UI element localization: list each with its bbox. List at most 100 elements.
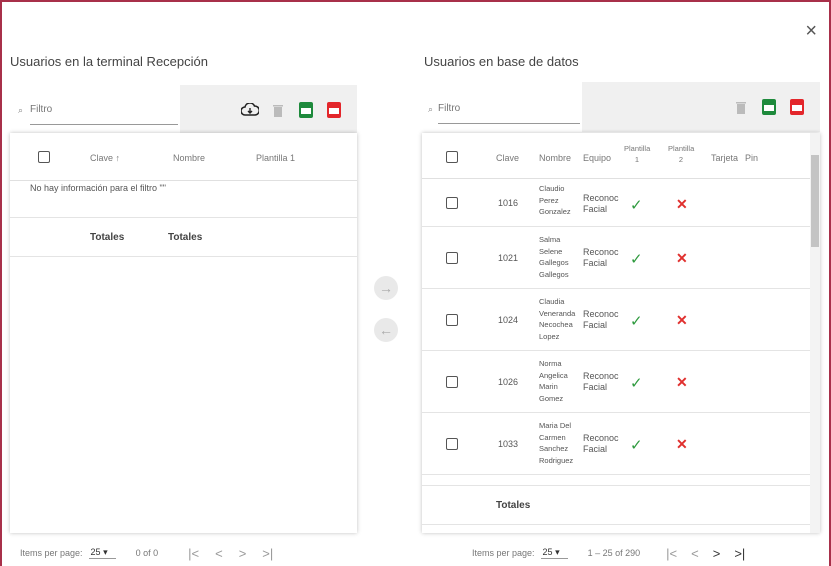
row-equipo: Reconoc Facial [583, 309, 619, 330]
table-row[interactable]: 1026 Norma Angelica Marin Gomez Reconoc Faci… [422, 351, 820, 413]
right-col-nombre[interactable]: Nombre [539, 153, 571, 163]
right-prev-page-button[interactable]: < [691, 546, 699, 561]
right-col-pin[interactable]: Pin [745, 153, 758, 163]
left-search-icon: ⌕ [18, 105, 24, 115]
right-toolbar [582, 82, 820, 132]
check-icon: ✓ [630, 375, 643, 392]
right-last-page-button[interactable]: >| [734, 546, 745, 561]
cross-icon: ✕ [676, 196, 688, 212]
cross-icon: ✕ [676, 250, 688, 266]
row-equipo: Reconoc Facial [583, 433, 619, 454]
left-items-per-page-label: Items per page: [20, 548, 83, 558]
left-empty-message: No hay información para el filtro "" [30, 183, 166, 193]
left-prev-page-button[interactable]: < [215, 546, 223, 561]
left-table-header: Clave ↑ Nombre Plantilla 1 [10, 133, 357, 181]
right-col-tarjeta[interactable]: Tarjeta [711, 153, 738, 163]
left-col-clave[interactable]: Clave ↑ [90, 153, 120, 163]
excel-export-icon[interactable] [297, 101, 315, 119]
right-search-icon: ⌕ [428, 104, 434, 114]
check-icon: ✓ [630, 251, 643, 268]
left-select-all-checkbox[interactable] [38, 151, 50, 163]
row-clave: 1024 [498, 315, 519, 325]
check-icon: ✓ [630, 437, 643, 454]
right-paginator: Items per page: 25 ▾ 1 – 25 of 290 |< < … [472, 538, 822, 566]
move-left-button[interactable]: ← [374, 318, 398, 342]
right-select-all-checkbox[interactable] [446, 151, 458, 163]
row-equipo: Reconoc Facial [583, 247, 619, 268]
delete-icon[interactable] [732, 98, 750, 116]
row-checkbox[interactable] [446, 438, 458, 450]
right-section-title: Usuarios en base de datos [424, 54, 579, 69]
right-page-size-select[interactable]: 25 ▾ [540, 547, 568, 559]
row-checkbox[interactable] [446, 252, 458, 264]
cloud-download-icon[interactable] [241, 101, 259, 119]
scrollbar-thumb[interactable] [811, 155, 819, 247]
check-icon: ✓ [630, 197, 643, 214]
right-scrollbar[interactable] [810, 133, 820, 533]
excel-export-icon[interactable] [760, 98, 778, 116]
left-totals-label-1: Totales [90, 232, 125, 243]
right-range-label: 1 – 25 of 290 [587, 548, 641, 558]
left-range-label: 0 of 0 [135, 548, 159, 558]
close-icon[interactable]: × [805, 20, 817, 43]
right-items-per-page-label: Items per page: [472, 548, 535, 558]
left-last-page-button[interactable]: >| [262, 546, 273, 561]
row-checkbox[interactable] [446, 376, 458, 388]
row-nombre: Maria Del Carmen Sanchez Rodriguez [539, 421, 574, 465]
row-clave: 1016 [498, 198, 519, 208]
row-nombre: Norma Angelica Marin Gomez [539, 359, 568, 403]
left-page-size-select[interactable]: 25 ▾ [88, 547, 116, 559]
right-col-equipo[interactable]: Equipo [583, 153, 611, 163]
right-first-page-button[interactable]: |< [666, 546, 677, 561]
row-nombre: Claudio Perez Gonzalez [539, 184, 571, 216]
left-next-page-button[interactable]: > [239, 546, 247, 561]
row-nombre: Salma Selene Gallegos Gallegos [539, 235, 569, 279]
right-table-header: Clave Nombre Equipo Plantilla 1 Plantill… [422, 133, 820, 179]
left-filter-input[interactable] [30, 95, 178, 125]
right-next-page-button[interactable]: > [713, 546, 721, 561]
pdf-export-icon[interactable] [788, 98, 806, 116]
table-row[interactable]: 1016 Claudio Perez Gonzalez Reconoc Facial … [422, 179, 820, 227]
cross-icon: ✕ [676, 436, 688, 452]
left-first-page-button[interactable]: |< [188, 546, 199, 561]
right-totals-label: Totales [496, 500, 531, 511]
dialog: × Usuarios en la terminal Recepción ⌕ Cl… [0, 0, 831, 566]
left-paginator: Items per page: 25 ▾ 0 of 0 |< < > >| [20, 538, 360, 566]
right-filter-bar: ⌕ [422, 82, 820, 132]
table-row[interactable]: 1033 Maria Del Carmen Sanchez Rodriguez Rec… [422, 413, 820, 475]
left-table: Clave ↑ Nombre Plantilla 1 No hay inform… [10, 133, 357, 533]
left-col-plantilla1[interactable]: Plantilla 1 [256, 153, 295, 163]
check-icon: ✓ [630, 313, 643, 330]
right-table: Clave Nombre Equipo Plantilla 1 Plantill… [422, 133, 820, 533]
row-clave: 1033 [498, 439, 519, 449]
right-filter-input[interactable] [438, 94, 580, 124]
left-col-nombre[interactable]: Nombre [173, 153, 205, 163]
chevron-down-icon: ▾ [103, 547, 108, 557]
right-col-clave[interactable]: Clave [496, 153, 519, 163]
row-equipo: Reconoc Facial [583, 371, 619, 392]
chevron-down-icon: ▾ [555, 547, 560, 557]
cross-icon: ✕ [676, 312, 688, 328]
right-totals-row: Totales [422, 485, 820, 525]
row-equipo: Reconoc Facial [583, 193, 619, 214]
left-totals-label-2: Totales [168, 232, 203, 243]
move-right-button[interactable]: → [374, 276, 398, 300]
row-checkbox[interactable] [446, 197, 458, 209]
table-row[interactable]: 1024 Claudia Veneranda Necochea Lopez Recon… [422, 289, 820, 351]
row-nombre: Claudia Veneranda Necochea Lopez [539, 297, 576, 341]
right-col-plantilla1[interactable]: Plantilla 1 [624, 143, 650, 165]
right-col-plantilla2[interactable]: Plantilla 2 [668, 143, 694, 165]
pdf-export-icon[interactable] [325, 101, 343, 119]
table-row[interactable]: 1021 Salma Selene Gallegos Gallegos Reconoc… [422, 227, 820, 289]
row-checkbox[interactable] [446, 314, 458, 326]
left-filter-bar: ⌕ [10, 85, 357, 135]
left-section-title: Usuarios en la terminal Recepción [10, 54, 208, 69]
left-toolbar [180, 85, 357, 135]
left-page-size-value: 25 [90, 547, 101, 557]
right-page-size-value: 25 [542, 547, 553, 557]
row-clave: 1021 [498, 253, 519, 263]
cross-icon: ✕ [676, 374, 688, 390]
left-totals-row: Totales Totales [10, 217, 357, 257]
delete-icon[interactable] [269, 101, 287, 119]
row-clave: 1026 [498, 377, 519, 387]
